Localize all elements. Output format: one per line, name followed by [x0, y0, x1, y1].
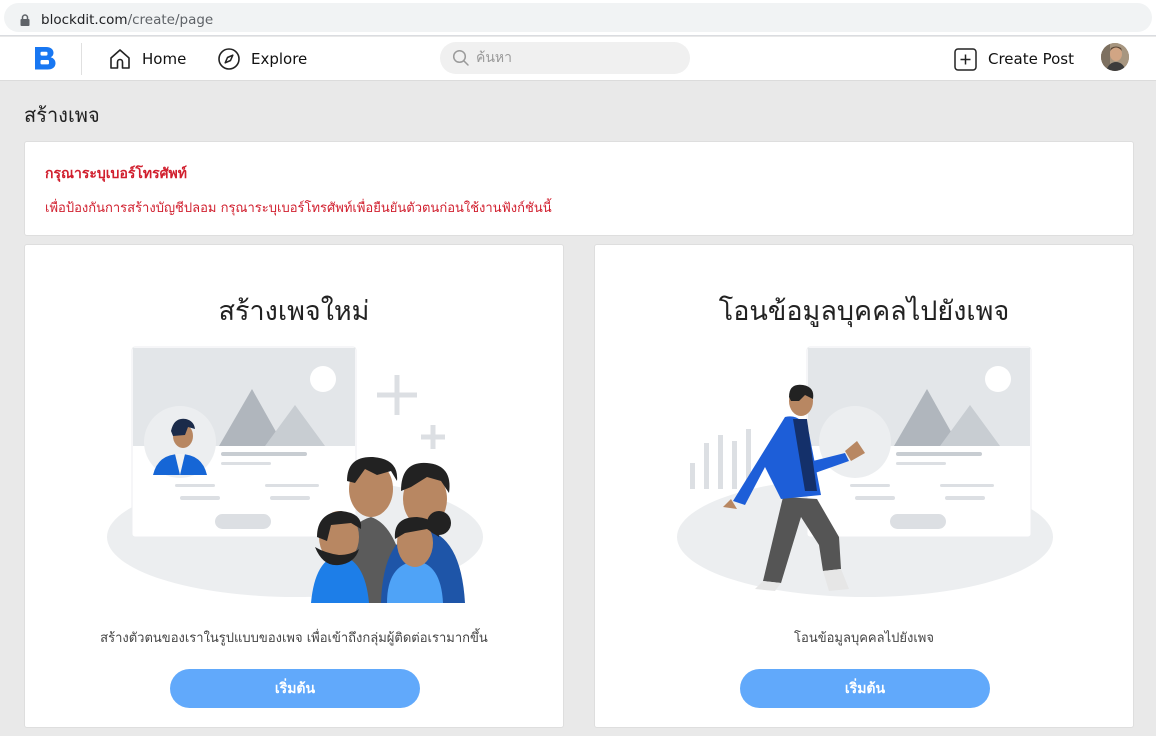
address-field[interactable]: blockdit.com/create/page [4, 3, 1152, 32]
avatar-image [1101, 43, 1129, 71]
alert-title: กรุณาระบุเบอร์โทรศัพท์ [45, 166, 187, 182]
url-path: /create/page [127, 12, 214, 28]
phone-required-alert: กรุณาระบุเบอร์โทรศัพท์ เพื่อป้องกันการสร… [24, 141, 1134, 236]
plus-square-icon [954, 47, 977, 71]
start-create-page-button[interactable]: เริ่มต้น [170, 669, 420, 708]
page-title: สร้างเพจ [24, 103, 100, 127]
home-icon [110, 49, 130, 69]
transfer-page-illustration [677, 346, 1053, 597]
create-post-button[interactable]: Create Post [954, 46, 1074, 72]
blockdit-logo[interactable] [32, 44, 58, 72]
card-description: โอนข้อมูลบุคคลไปยังเพจ [794, 631, 934, 646]
start-transfer-button[interactable]: เริ่มต้น [740, 669, 990, 708]
search-icon [452, 49, 469, 66]
nav-divider [81, 43, 82, 75]
search-box[interactable] [440, 42, 690, 74]
create-post-label: Create Post [988, 50, 1074, 68]
nav-explore[interactable]: Explore [217, 45, 307, 73]
url-host: blockdit.com [41, 12, 128, 28]
card-title: สร้างเพจใหม่ [218, 296, 370, 327]
create-page-illustration [107, 346, 483, 603]
compass-icon [218, 48, 240, 70]
url-text[interactable]: blockdit.com/create/page [41, 12, 213, 28]
card-description: สร้างตัวตนของเราในรูปแบบของเพจ เพื่อเข้า… [100, 631, 488, 646]
transfer-to-page-card: โอนข้อมูลบุคคลไปยังเพจ โอนข้อมูลบุคคลไปย… [594, 244, 1134, 728]
search-input[interactable] [476, 50, 676, 66]
card-title: โอนข้อมูลบุคคลไปยังเพจ [718, 296, 1010, 327]
lock-icon [20, 14, 30, 26]
alert-message: เพื่อป้องกันการสร้างบัญชีปลอม กรุณาระบุเ… [45, 201, 552, 216]
browser-url-bar: blockdit.com/create/page [0, 0, 1156, 36]
create-new-page-card: สร้างเพจใหม่ สร้างตัวตนของเราในรูปแบบของ… [24, 244, 564, 728]
top-nav: Home Explore Create Post [0, 37, 1156, 81]
nav-explore-label: Explore [251, 50, 308, 68]
nav-home-label: Home [142, 50, 187, 68]
user-avatar[interactable] [1101, 43, 1129, 71]
nav-home[interactable]: Home [108, 45, 186, 73]
